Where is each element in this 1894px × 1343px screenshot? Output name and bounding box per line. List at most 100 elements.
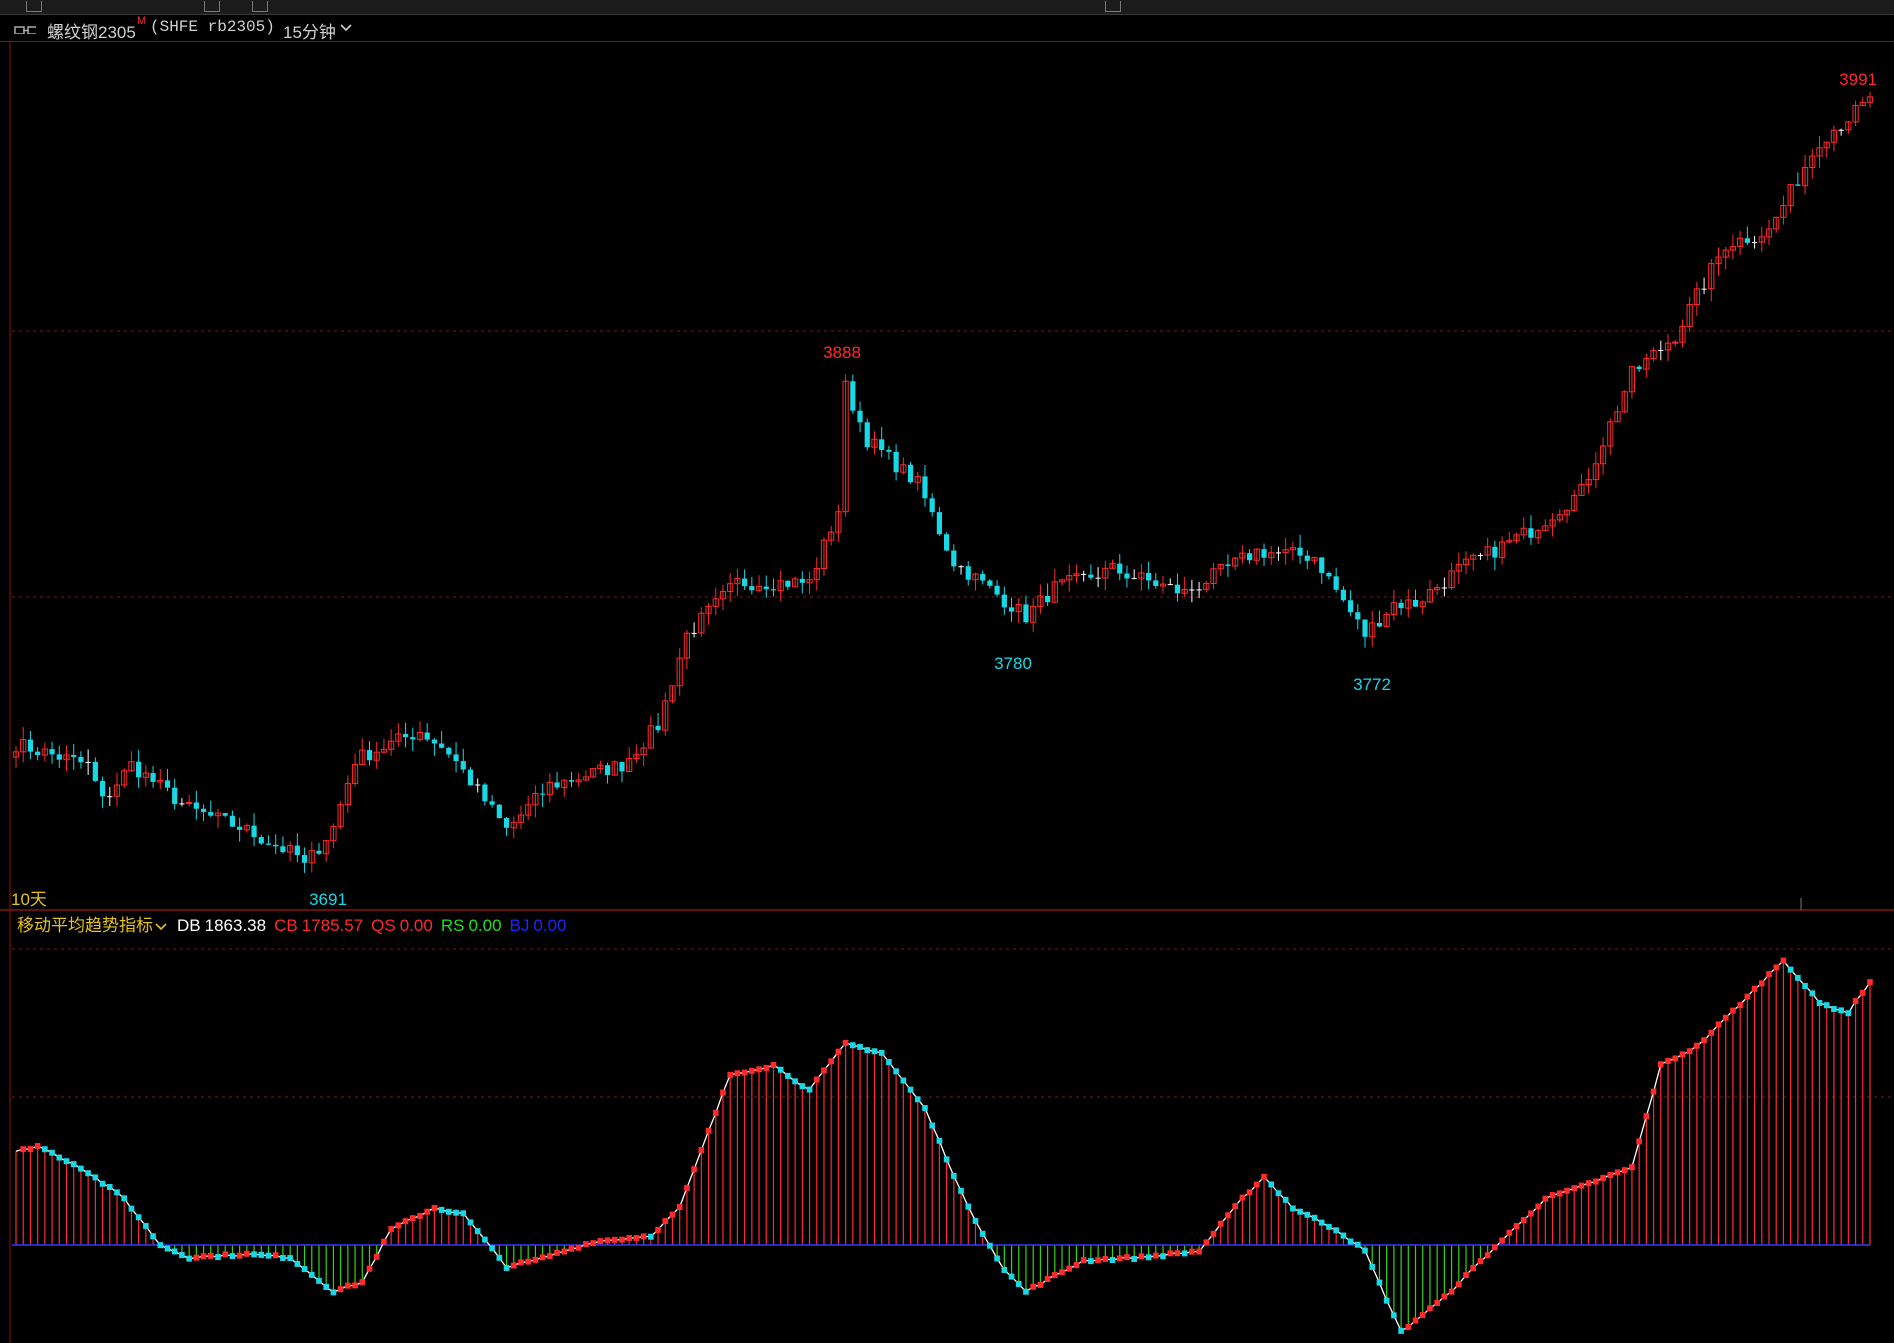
chevron-down-icon[interactable] (155, 922, 167, 931)
trend-marker (193, 1254, 200, 1261)
candle-body (193, 802, 199, 809)
trend-marker (510, 1262, 517, 1269)
candle-body (49, 749, 55, 755)
candle-body (1340, 589, 1346, 601)
candle-body (1333, 576, 1339, 590)
candle-body (99, 780, 106, 797)
trend-marker (85, 1170, 91, 1177)
trend-marker (1052, 1272, 1058, 1279)
trend-marker (720, 1089, 726, 1096)
candle-body (1744, 238, 1750, 243)
trend-marker (1708, 1029, 1715, 1036)
trend-marker (1131, 1255, 1137, 1262)
candle-body (1477, 555, 1484, 557)
trend-marker (1852, 998, 1859, 1005)
trend-marker (99, 1180, 106, 1187)
trend-marker (200, 1253, 207, 1260)
trend-marker (828, 1058, 834, 1065)
trend-marker (1621, 1167, 1628, 1174)
candle-body (280, 846, 286, 852)
trend-marker (799, 1083, 806, 1090)
trend-marker (215, 1254, 221, 1261)
trend-marker (1254, 1181, 1260, 1188)
trend-marker (1138, 1253, 1145, 1260)
candle-body (489, 801, 495, 805)
trend-marker (965, 1203, 972, 1210)
trend-marker (1686, 1048, 1693, 1055)
candle-body (237, 826, 243, 830)
trend-marker (914, 1096, 921, 1103)
candle-body (936, 512, 942, 535)
candle-body (179, 803, 185, 805)
trend-marker (1297, 1208, 1303, 1215)
trend-marker (106, 1184, 113, 1191)
trend-marker (1542, 1195, 1549, 1202)
trend-marker (135, 1214, 142, 1221)
trend-marker (345, 1282, 351, 1289)
legend-bj-value: 0.00 (533, 916, 567, 935)
candle-body (922, 476, 928, 499)
trend-marker (1261, 1173, 1267, 1180)
trend-marker (424, 1208, 430, 1215)
trend-marker (756, 1066, 762, 1073)
legend-db-value: 1863.38 (204, 916, 267, 935)
candle-body (475, 784, 481, 786)
trend-marker (27, 1145, 34, 1152)
candle-body (1023, 604, 1029, 623)
trend-marker (1448, 1288, 1455, 1295)
trend-marker (662, 1218, 669, 1225)
trend-marker (1506, 1229, 1513, 1236)
trend-marker (1838, 1007, 1844, 1014)
chart-canvas[interactable]: 3991 3888 3691 3780 3772 10天 (0, 0, 1894, 1343)
trend-marker (1773, 964, 1780, 971)
trend-marker (676, 1204, 683, 1211)
range-label: 10天 (11, 890, 47, 909)
trend-marker (388, 1226, 394, 1233)
trend-marker (1210, 1230, 1217, 1237)
trend-marker (1080, 1257, 1087, 1264)
trend-marker (1715, 1021, 1722, 1028)
trend-marker (1160, 1253, 1166, 1260)
indicator-histogram (15, 960, 1871, 1331)
candle-body (78, 756, 84, 763)
candle-body (980, 573, 986, 581)
trend-marker (1600, 1174, 1606, 1181)
candle-body (1795, 184, 1801, 186)
trend-marker (1766, 971, 1772, 978)
trend-marker (395, 1222, 402, 1229)
trend-marker (258, 1251, 265, 1258)
trend-marker (1145, 1254, 1152, 1261)
trend-marker (280, 1254, 286, 1261)
trend-marker (741, 1069, 748, 1076)
trend-marker (525, 1258, 531, 1265)
trend-marker (70, 1161, 77, 1168)
candle-body (1672, 341, 1679, 344)
candle-body (1492, 546, 1498, 558)
candle-body (879, 439, 885, 450)
trend-marker (496, 1254, 503, 1261)
candle-body (258, 837, 264, 844)
candle-body (56, 754, 62, 760)
trend-marker (1528, 1210, 1534, 1217)
candle-body (1275, 552, 1282, 554)
legend-db-label: DB (177, 916, 201, 935)
candle-body (446, 747, 452, 755)
trend-marker (1484, 1252, 1491, 1259)
candle-body (402, 733, 409, 738)
trend-marker (1015, 1280, 1022, 1287)
trend-marker (171, 1248, 178, 1255)
trend-marker (316, 1277, 322, 1284)
candle-body (540, 793, 546, 795)
indicator-name[interactable]: 移动平均趋势指标 (17, 916, 153, 935)
trend-marker (792, 1078, 798, 1085)
trend-marker (143, 1222, 149, 1229)
candle-body (503, 818, 510, 828)
candle-body (944, 534, 950, 551)
candle-body (92, 761, 98, 781)
trend-marker (157, 1242, 164, 1249)
candle-body (1326, 572, 1332, 577)
trend-marker (186, 1255, 192, 1262)
trend-marker (438, 1206, 445, 1213)
candle-body (1196, 589, 1202, 591)
candle-body (1362, 619, 1368, 637)
